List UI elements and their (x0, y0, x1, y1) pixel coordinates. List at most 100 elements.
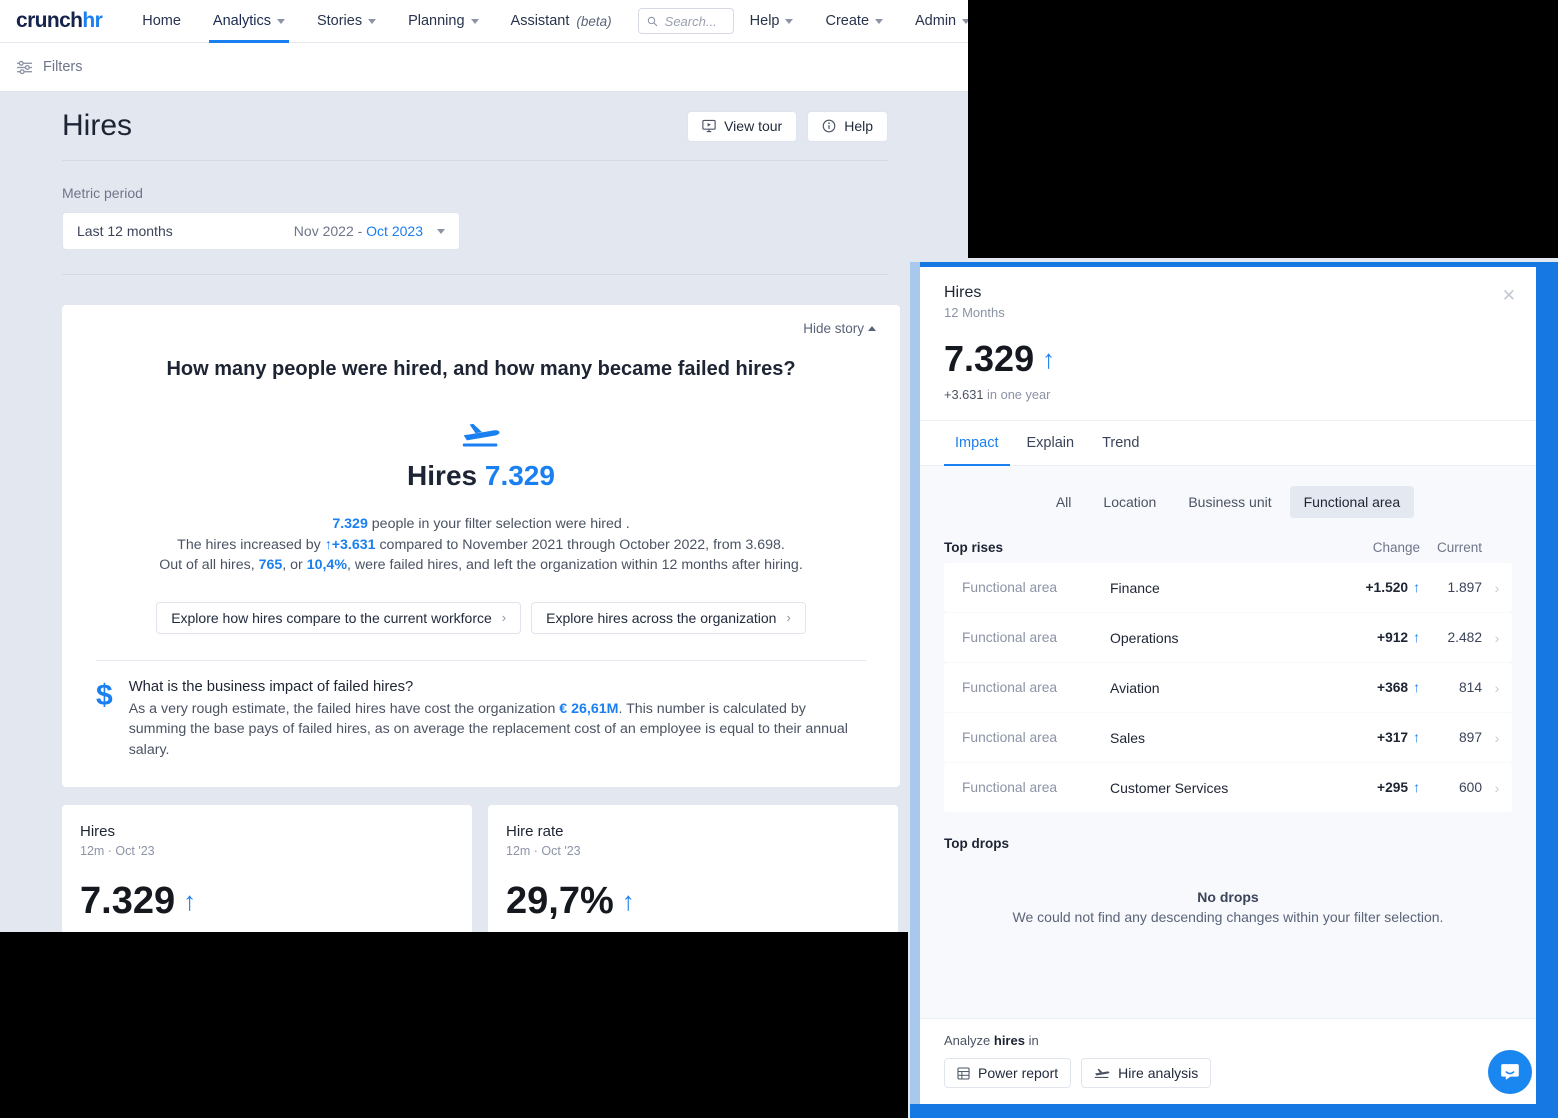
chevron-up-icon (868, 326, 876, 331)
kpi-hire-rate-value-row: 29,7% ↑ (506, 880, 880, 923)
segment-business-unit-label: Business unit (1188, 494, 1272, 510)
hires-detail-modal: ✕ Hires 12 Months 7.329 ↑ +3.631 in one y… (920, 267, 1536, 1104)
header-divider (62, 160, 888, 161)
business-impact-value: € 26,61M (559, 700, 619, 717)
table-row[interactable]: Functional area Customer Services +295 ↑ … (944, 763, 1512, 812)
arrow-up-icon: ↑ (1413, 730, 1420, 745)
nav-item-stories[interactable]: Stories (301, 0, 392, 43)
chevron-down-icon (437, 228, 445, 234)
row-change-value: +295 (1377, 780, 1409, 795)
story-line3-pre: Out of all hires, (159, 557, 259, 574)
nav-item-create[interactable]: Create (809, 0, 899, 43)
power-report-button[interactable]: Power report (944, 1058, 1072, 1088)
chevron-right-icon[interactable]: › (1482, 730, 1512, 746)
occlusion-top-right (968, 0, 1558, 258)
intercom-chat-button[interactable] (1488, 1050, 1532, 1094)
chevron-right-icon[interactable]: › (1482, 580, 1512, 596)
top-rises-title: Top rises (944, 540, 1004, 555)
nav-item-planning-label: Planning (408, 13, 465, 29)
tab-trend[interactable]: Trend (1091, 421, 1150, 465)
crunchr-logo[interactable]: crunchhr (16, 9, 103, 33)
row-current: 1.897 (1447, 580, 1482, 595)
nav-item-help[interactable]: Help (734, 0, 810, 43)
kpi-hires-value-row: 7.329 ↑ (80, 880, 454, 923)
occlusion-bottom-left (0, 932, 908, 1118)
row-dimension: Functional area (962, 780, 1058, 795)
row-change-value: +912 (1377, 630, 1409, 645)
nav-item-analytics[interactable]: Analytics (197, 0, 301, 43)
hire-analysis-button[interactable]: Hire analysis (1081, 1058, 1212, 1088)
modal-scrollbar-thumb[interactable] (1547, 412, 1556, 972)
nav-item-admin-label: Admin (915, 13, 957, 29)
segment-location[interactable]: Location (1089, 486, 1170, 518)
top-rises-rows: Functional area Finance +1.520 ↑ 1.897 › … (944, 563, 1512, 812)
modal-footer-buttons: Power report Hire analysis (944, 1058, 1512, 1088)
tab-explain[interactable]: Explain (1016, 421, 1086, 465)
view-tour-button[interactable]: View tour (687, 110, 798, 142)
nav-item-assistant[interactable]: Assistant (beta) (495, 0, 628, 43)
filters-label: Filters (43, 59, 83, 75)
arrow-up-icon: ↑ (1413, 580, 1420, 595)
tab-impact[interactable]: Impact (944, 421, 1010, 466)
analyze-metric: hires (993, 1033, 1025, 1048)
filters-button[interactable]: Filters (16, 59, 82, 75)
table-row[interactable]: Functional area Aviation +368 ↑ 814 › (944, 663, 1512, 712)
chevron-down-icon (470, 18, 479, 24)
arrow-up-icon: ↑ (1042, 343, 1056, 374)
search-input[interactable]: Search... (637, 8, 734, 34)
segment-location-label: Location (1103, 494, 1157, 510)
chevron-right-icon[interactable]: › (1482, 630, 1512, 646)
nav-item-help-label: Help (749, 13, 780, 29)
nav-item-home-label: Home (142, 13, 181, 29)
metric-period-select[interactable]: Last 12 months Nov 2022 - Oct 2023 (62, 212, 460, 250)
chevron-right-icon[interactable]: › (1482, 680, 1512, 696)
column-header-change: Change (1372, 540, 1420, 555)
story-line-2: The hires increased by ↑+3.631 compared … (90, 535, 872, 556)
row-change-value: +1.520 (1365, 580, 1409, 595)
kpi-hires-title: Hires (80, 822, 116, 840)
close-icon[interactable]: ✕ (1502, 287, 1516, 304)
explore-compare-workforce-button[interactable]: Explore how hires compare to the current… (156, 601, 522, 634)
segment-all[interactable]: All (1042, 486, 1086, 518)
business-impact-block: $ What is the business impact of failed … (90, 679, 872, 761)
row-change: +295 ↑ (1320, 780, 1420, 795)
tab-impact-label: Impact (955, 435, 999, 451)
row-current: 897 (1458, 730, 1482, 745)
explore-across-organization-button[interactable]: Explore hires across the organization › (531, 601, 806, 634)
segment-all-label: All (1055, 494, 1072, 510)
row-name: Sales (1110, 729, 1146, 746)
column-header-current: Current (1436, 540, 1482, 555)
chevron-right-icon[interactable]: › (1482, 780, 1512, 796)
modal-delta-value: +3.631 (944, 387, 984, 402)
hide-story-label: Hide story (803, 321, 864, 336)
app-root: crunchhr Home Analytics Stories Planning… (0, 0, 1558, 1118)
row-dimension: Functional area (962, 730, 1058, 745)
nav-item-assistant-beta: (beta) (576, 13, 612, 29)
page-inner: Hires View tour Help Metric period Last … (0, 92, 900, 965)
hide-story-toggle[interactable]: Hide story (803, 321, 876, 336)
modal-subtitle: 12 Months (944, 305, 1005, 320)
chevron-down-icon (875, 18, 884, 24)
segment-business-unit[interactable]: Business unit (1174, 486, 1285, 518)
nav-item-planning[interactable]: Planning (392, 0, 494, 43)
row-dimension: Functional area (962, 680, 1058, 695)
modal-delta-rest: in one year (983, 387, 1051, 402)
table-row[interactable]: Functional area Operations +912 ↑ 2.482 › (944, 613, 1512, 662)
nav-item-assistant-label: Assistant (510, 13, 570, 29)
arrow-up-icon: ↑ (1413, 630, 1420, 645)
business-impact-text: What is the business impact of failed hi… (129, 679, 866, 761)
modal-header: ✕ Hires 12 Months 7.329 ↑ +3.631 in one y… (920, 267, 1536, 420)
table-row[interactable]: Functional area Sales +317 ↑ 897 › (944, 713, 1512, 762)
segment-functional-area[interactable]: Functional area (1289, 486, 1415, 518)
analyze-pre: Analyze (944, 1033, 994, 1048)
modal-bottom-border (910, 1104, 1558, 1118)
arrow-up-icon: ↑ (1413, 680, 1420, 695)
row-current: 2.482 (1447, 630, 1482, 645)
modal-tabs: Impact Explain Trend (920, 420, 1536, 466)
dollar-icon: $ (96, 678, 113, 712)
explore-across-organization-label: Explore hires across the organization (546, 609, 777, 626)
help-button[interactable]: Help (807, 110, 888, 142)
arrow-up-icon: ↑ (1413, 780, 1420, 795)
table-row[interactable]: Functional area Finance +1.520 ↑ 1.897 › (944, 563, 1512, 612)
nav-item-home[interactable]: Home (126, 0, 197, 43)
